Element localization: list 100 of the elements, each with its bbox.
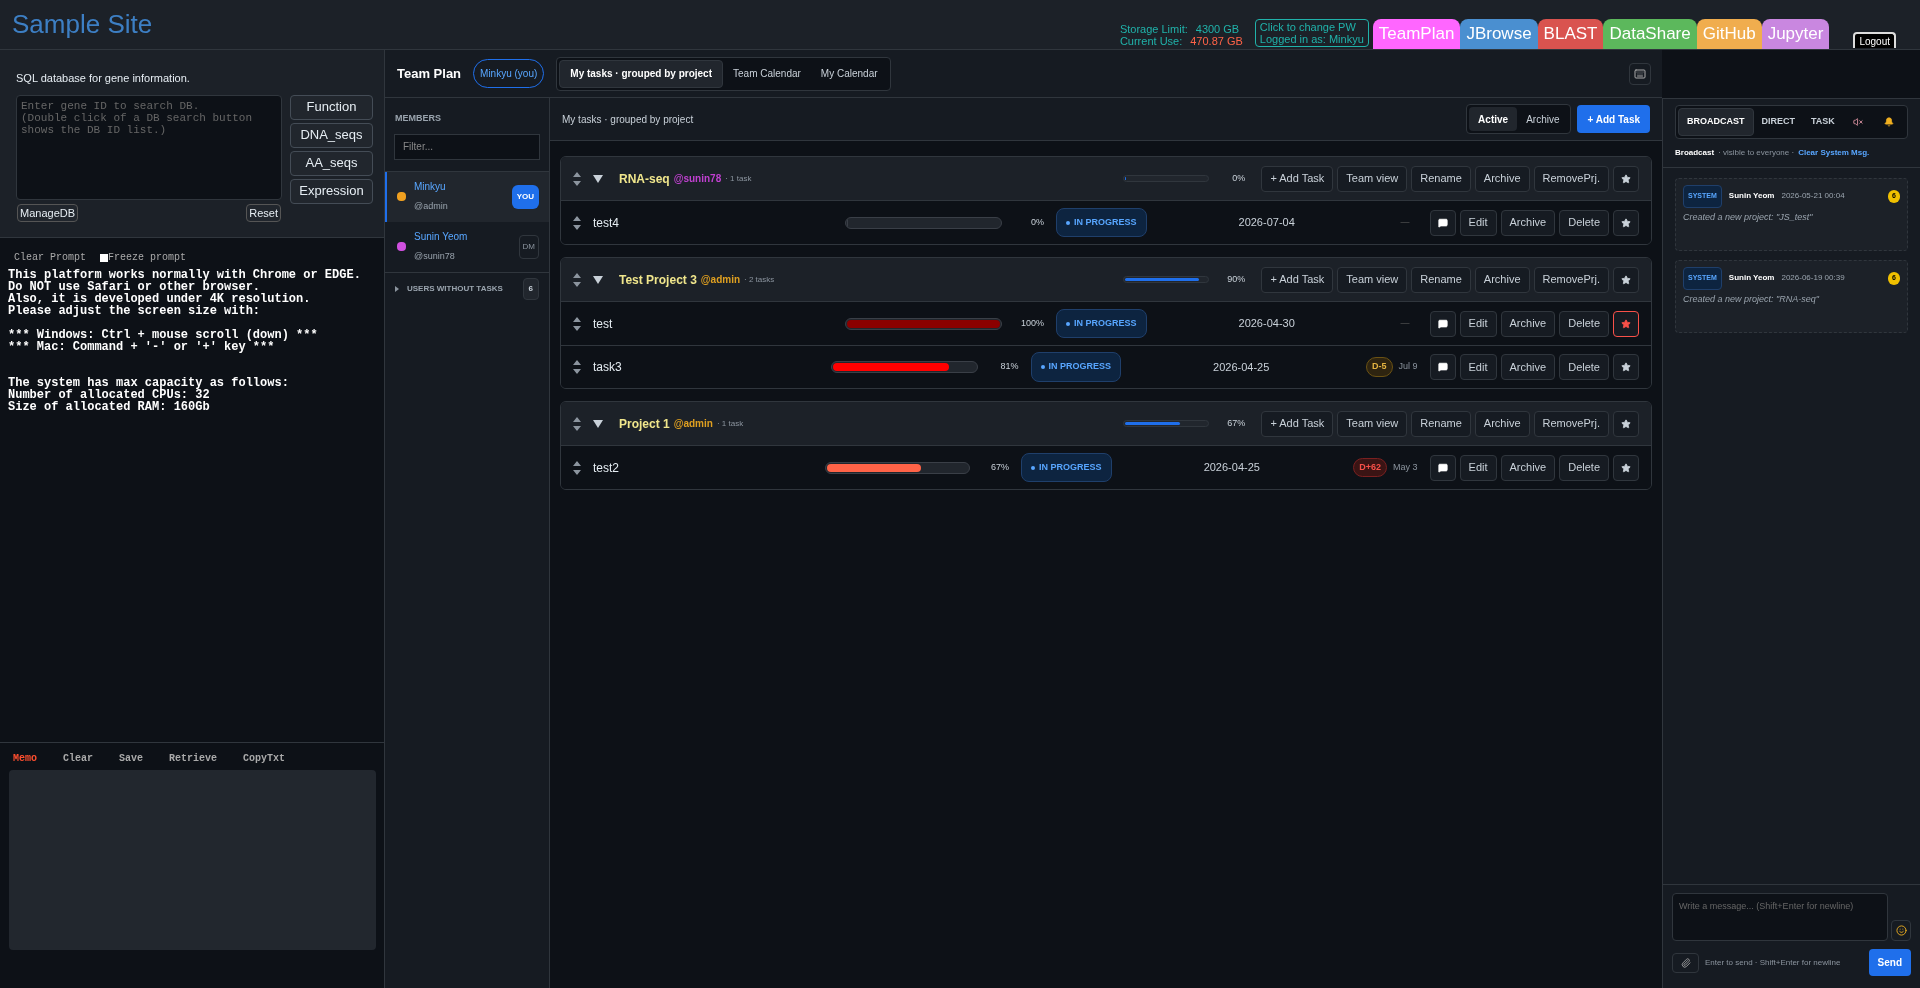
star-button[interactable] [1613,410,1639,437]
status-badge: IN PROGRESS [1056,308,1147,339]
task-action-button[interactable]: Delete [1559,354,1609,380]
gene-search-field[interactable]: Enter gene ID to search DB. (Double click of a DB search button shows the DB ID list.) [16,94,282,200]
member-filter-field[interactable]: Filter... [394,133,540,160]
clear-system-link[interactable]: Clear System Msg. [1798,147,1870,159]
account-button[interactable]: Click to change PW Logged in as: Minkyu [1254,19,1369,47]
project-action-button[interactable]: + Add Task [1261,410,1334,437]
memo-action-button[interactable]: Retrieve [169,751,218,766]
project-action-button[interactable]: Rename [1411,266,1471,293]
project-action-button[interactable]: RemovePrj. [1533,410,1609,437]
member-item[interactable]: Minkyu @admin YOU [385,171,549,222]
star-button[interactable] [1613,454,1639,481]
dm-button[interactable]: DM [518,234,539,259]
db-search-button[interactable]: Function [290,94,373,120]
filter-tab[interactable]: Archive [1517,107,1569,131]
memo-action-button[interactable]: CopyTxt [243,751,286,766]
sort-icon[interactable] [573,171,581,186]
memo-action-button[interactable]: Clear [63,751,94,766]
attach-button[interactable] [1672,952,1699,973]
project-action-button[interactable]: RemovePrj. [1533,266,1609,293]
sort-icon[interactable] [573,316,581,331]
memo-title: Memo [13,752,37,766]
add-task-button[interactable]: + Add Task [1577,105,1650,133]
due-badge: D+62 [1353,457,1388,478]
star-button[interactable] [1613,354,1639,380]
project-action-button[interactable]: RemovePrj. [1533,165,1609,192]
collapse-caret-icon[interactable] [593,275,603,284]
count-badge: 6 [522,278,539,300]
task-action-button[interactable]: Edit [1459,209,1497,236]
task-action-button[interactable]: Edit [1459,454,1497,481]
chat-tab[interactable]: DIRECT [1753,108,1803,136]
project-action-button[interactable]: Archive [1474,165,1530,192]
filter-tab[interactable]: Active [1469,107,1518,131]
task-action-button[interactable]: Delete [1559,454,1609,481]
view-tab[interactable]: My Calendar [810,59,888,88]
chat-tab[interactable]: TASK [1803,108,1843,136]
sort-icon[interactable] [573,360,581,374]
db-search-button[interactable]: AA_seqs [290,150,373,176]
task-action-button[interactable]: Archive [1500,454,1556,481]
emoji-icon [1895,925,1907,936]
sort-icon[interactable] [573,215,581,230]
members-heading: MEMBERS [394,112,442,125]
task-action-button[interactable]: Delete [1559,310,1609,337]
no-due-mark: — [1400,316,1410,330]
task-action-button[interactable]: Delete [1559,209,1609,236]
comment-button[interactable] [1429,454,1456,481]
star-button[interactable] [1613,310,1639,337]
task-count: · 2 tasks [744,273,775,286]
sort-icon[interactable] [573,460,581,475]
project-action-button[interactable]: Archive [1474,266,1530,293]
star-icon [1621,418,1631,429]
chat-tab[interactable]: BROADCAST [1678,108,1754,136]
send-hint: Enter to send · Shift+Enter for newline [1705,956,1842,969]
users-without-tasks-label[interactable]: USERS WITHOUT TASKS [407,283,515,295]
star-button[interactable] [1613,165,1639,192]
star-icon [1621,217,1631,228]
task-action-button[interactable]: Archive [1500,354,1556,380]
project-action-button[interactable]: + Add Task [1261,165,1334,192]
message-field[interactable]: Write a message... (Shift+Enter for newline) [1672,893,1888,941]
member-handle: @admin [414,200,449,214]
view-tab[interactable]: My tasks · grouped by project [559,59,723,88]
expand-caret-icon[interactable] [395,286,399,292]
logout-button[interactable]: Logout [1853,32,1896,48]
manage-db-button[interactable]: ManageDB [17,203,79,222]
app-tab[interactable]: BLAST [1537,19,1604,49]
member-item[interactable]: Sunin Yeom @sunin78 DM [385,221,549,272]
comment-button[interactable] [1429,310,1456,337]
project-action-button[interactable]: Rename [1411,165,1471,192]
star-button[interactable] [1613,209,1639,236]
star-button[interactable] [1613,266,1639,293]
sort-icon[interactable] [573,272,581,287]
clear-prompt-button[interactable]: Clear Prompt [14,250,86,265]
comment-button[interactable] [1429,209,1456,236]
project-action-button[interactable]: Team view [1337,266,1408,293]
comment-button[interactable] [1429,354,1456,380]
memo-action-button[interactable]: Save [119,751,144,766]
project-action-button[interactable]: Team view [1337,165,1408,192]
task-action-button[interactable]: Edit [1459,354,1497,380]
db-search-button[interactable]: DNA_seqs [290,122,373,148]
message-time: 2026-06-19 00:39 [1781,272,1846,285]
sort-icon[interactable] [573,416,581,431]
emoji-button[interactable] [1891,920,1911,941]
send-button[interactable]: Send [1868,949,1911,976]
project-action-button[interactable]: Rename [1411,410,1471,437]
collapse-caret-icon[interactable] [593,419,603,428]
keyboard-button[interactable] [1629,62,1651,85]
task-action-button[interactable]: Edit [1459,310,1497,337]
you-badge: YOU [511,184,539,209]
task-action-button[interactable]: Archive [1500,209,1556,236]
task-action-button[interactable]: Archive [1500,310,1556,337]
view-tab[interactable]: Team Calendar [723,59,811,88]
freeze-checkbox[interactable] [100,253,108,262]
task-percent: 100% [1019,316,1044,330]
project-action-button[interactable]: Archive [1474,410,1530,437]
project-action-button[interactable]: Team view [1337,410,1408,437]
db-search-button[interactable]: Expression [290,178,373,204]
collapse-caret-icon[interactable] [593,174,603,183]
reset-button[interactable]: Reset [246,203,281,222]
project-action-button[interactable]: + Add Task [1261,266,1334,293]
